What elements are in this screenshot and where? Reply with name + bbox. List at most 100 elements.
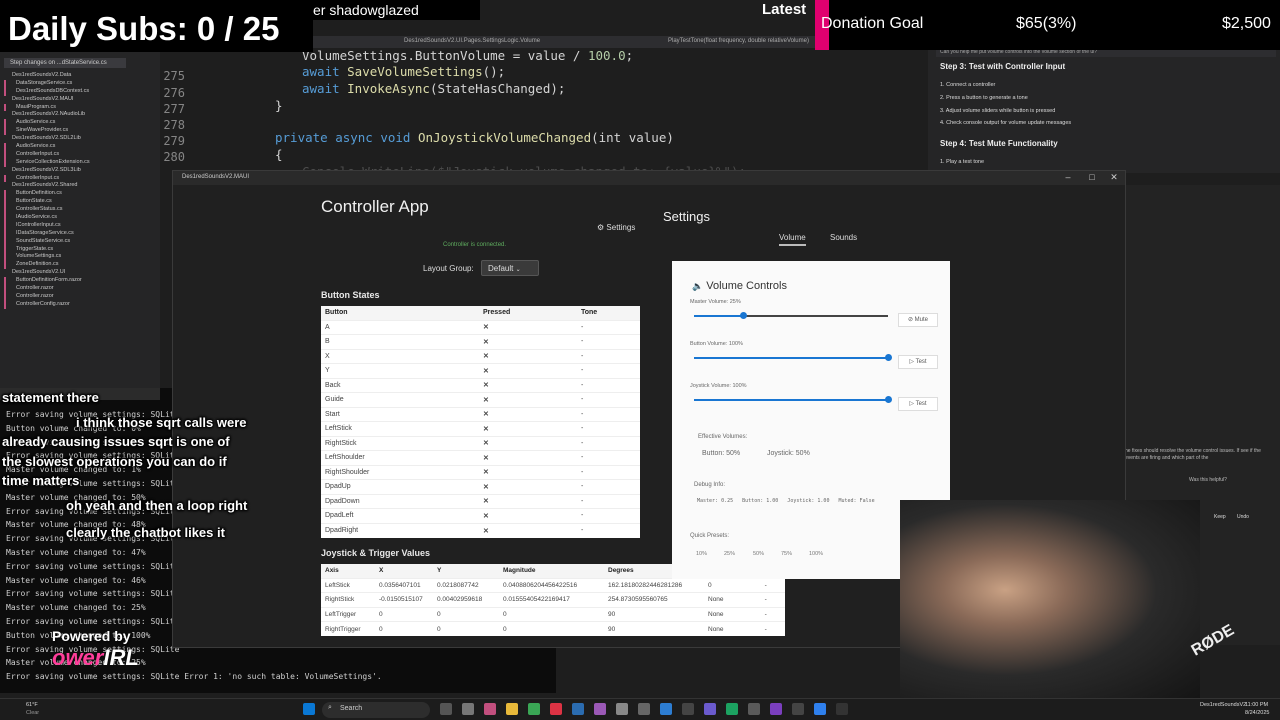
explorer-item[interactable]: ZoneDefinition.cs [4, 261, 154, 270]
not-pressed-icon: ✕ [479, 508, 577, 523]
ide-tab-member[interactable]: PlayTestTone(float frequency, double rel… [668, 38, 809, 44]
maximize-icon[interactable]: □ [1085, 172, 1099, 182]
explorer-item[interactable]: Des1redSoundsV2.MAUI [4, 96, 154, 104]
app-icon[interactable] [616, 703, 628, 715]
explorer-item[interactable]: Controller.razor [4, 285, 154, 293]
app-icon[interactable] [660, 703, 672, 715]
explorer-item[interactable]: Des1redSoundsDBContext.cs [4, 87, 154, 96]
code-line: await SaveVolumeSettings(); [302, 64, 505, 79]
app-icon[interactable] [462, 703, 474, 715]
start-icon[interactable] [303, 703, 315, 715]
explorer-item[interactable]: Des1redSoundsV2.UI [4, 269, 154, 277]
explorer-item[interactable]: ControllerStatus.cs [4, 206, 154, 215]
joystick-y-cell: 0.00402959618 [433, 592, 499, 607]
explorer-item[interactable]: AudioService.cs [4, 119, 154, 128]
preset-75-button[interactable]: 75% [781, 551, 792, 557]
app-icon[interactable] [484, 703, 496, 715]
explorer-item[interactable]: ControllerConfig.razor [4, 300, 154, 309]
button-volume-slider[interactable] [694, 354, 892, 361]
app-icon[interactable] [792, 703, 804, 715]
undo-button[interactable]: Undo [1237, 514, 1249, 520]
layout-group-select[interactable]: Default ⌄ [481, 260, 539, 276]
mute-button[interactable]: ⊘ Mute [898, 313, 938, 327]
explorer-item[interactable]: ControllerInput.cs [4, 174, 154, 183]
clock-time[interactable]: 11:00 PM [1245, 702, 1268, 708]
explorer-item[interactable]: DataStorageService.cs [4, 79, 154, 88]
explorer-item[interactable]: ServiceCollectionExtension.cs [4, 158, 154, 167]
explorer-item[interactable]: IControllerInput.cs [4, 221, 154, 230]
app-icon[interactable] [638, 703, 650, 715]
preset-100-button[interactable]: 100% [809, 551, 823, 557]
terminal-line: Error saving volume settings: SQLite Err… [6, 672, 382, 682]
joystick-test-button[interactable]: ▷ Test [898, 397, 938, 411]
chat-note: he fixes should resolve the volume contr… [1125, 448, 1261, 461]
app-icon[interactable] [682, 703, 694, 715]
explorer-item[interactable]: Controller.razor [4, 292, 154, 301]
tray-app-label[interactable]: Des1redSoundsV2 [1200, 702, 1246, 708]
visual-studio-icon[interactable] [770, 703, 782, 715]
tab-volume[interactable]: Volume [779, 233, 806, 246]
preset-50-button[interactable]: 50% [753, 551, 764, 557]
taskbar-search[interactable]: ⌕ Search [322, 702, 430, 718]
app-icon[interactable] [594, 703, 606, 715]
explorer-item[interactable]: Des1redSoundsV2.NAudioLib [4, 111, 154, 119]
button-states-title: Button States [321, 290, 380, 300]
explorer-item[interactable]: Des1redSoundsV2.SDL2Lib [4, 135, 154, 143]
terminal-line: Master volume changed to: 47% [6, 548, 146, 557]
explorer-item[interactable]: ButtonDefinition.cs [4, 190, 154, 199]
button-test-button[interactable]: ▷ Test [898, 355, 938, 369]
explorer-item[interactable]: Des1redSoundsV2.Shared [4, 182, 154, 190]
app-icon[interactable] [726, 703, 738, 715]
explorer-item[interactable]: ButtonState.cs [4, 198, 154, 207]
column-header: Y [433, 564, 499, 578]
master-volume-slider[interactable] [694, 312, 888, 319]
explorer-item[interactable]: AudioService.cs [4, 143, 154, 151]
terminal-icon[interactable] [836, 703, 848, 715]
effective-volumes-title: Effective Volumes: [698, 434, 748, 440]
app-icon[interactable] [550, 703, 562, 715]
chat-message: already causing issues sqrt is one of [2, 434, 230, 449]
explorer-item[interactable]: SineWaveProvider.cs [4, 127, 154, 136]
mute-label: Mute [914, 317, 929, 323]
explorer-item[interactable]: ButtonDefinitionForm.razor [4, 277, 154, 286]
app-icon[interactable] [748, 703, 760, 715]
weather-temp[interactable]: 61°F [26, 702, 38, 708]
explorer-item[interactable]: IAudioService.cs [4, 214, 154, 222]
joystick-zone-cell: None [704, 606, 761, 622]
minimize-icon[interactable]: – [1061, 172, 1075, 182]
table-header-row: Button Pressed Tone [321, 306, 640, 320]
explorer-item[interactable]: MauiProgram.cs [4, 103, 154, 112]
joystick-volume-slider[interactable] [694, 396, 892, 403]
explorer-item[interactable]: VolumeSettings.cs [4, 253, 154, 262]
preset-10-button[interactable]: 10% [696, 551, 707, 557]
master-volume-thumb[interactable] [739, 312, 747, 319]
folder-icon[interactable] [506, 703, 518, 715]
close-icon[interactable]: ✕ [1107, 172, 1121, 183]
ide-tab-file[interactable]: Des1redSoundsV2.UI.Pages.SettingsLogic.V… [404, 38, 540, 44]
ticker-overlay: er shadowglazed [313, 0, 480, 20]
explorer-item[interactable]: Des1redSoundsV2.Data [4, 72, 154, 80]
joystick-deg-cell: 90 [604, 621, 704, 636]
settings-link[interactable]: ⚙ Settings [597, 223, 635, 232]
explorer-item[interactable]: TriggerState.cs [4, 245, 154, 254]
preset-25-button[interactable]: 25% [724, 551, 735, 557]
app-icon[interactable] [704, 703, 716, 715]
tab-sounds[interactable]: Sounds [830, 233, 857, 242]
explorer-header[interactable]: Step changes on ...dStateService.cs [4, 58, 126, 68]
joystick-volume-thumb[interactable] [885, 396, 892, 403]
app-icon[interactable] [528, 703, 540, 715]
explorer-item[interactable]: Des1redSoundsV2.SDL3Lib [4, 167, 154, 175]
explorer-item[interactable]: IDataStorageService.cs [4, 229, 154, 238]
speaker-icon: 🔈 [692, 281, 704, 291]
app-window-title: Des1redSoundsV2.MAUI [182, 174, 250, 180]
keep-button[interactable]: Keep [1214, 514, 1226, 520]
chat-step3-item: 4. Check console output for volume updat… [940, 120, 1072, 126]
code-editor[interactable]: 275 276 277 278 279 280 VolumeSettings.Button… [160, 48, 920, 179]
vscode-icon[interactable] [814, 703, 826, 715]
joystick-zone-cell: 0 [704, 577, 761, 593]
task-view-icon[interactable] [440, 703, 452, 715]
button-volume-thumb[interactable] [885, 354, 892, 361]
app-icon[interactable] [572, 703, 584, 715]
explorer-item[interactable]: SoundStateService.cs [4, 237, 154, 246]
explorer-item[interactable]: ControllerInput.cs [4, 150, 154, 159]
